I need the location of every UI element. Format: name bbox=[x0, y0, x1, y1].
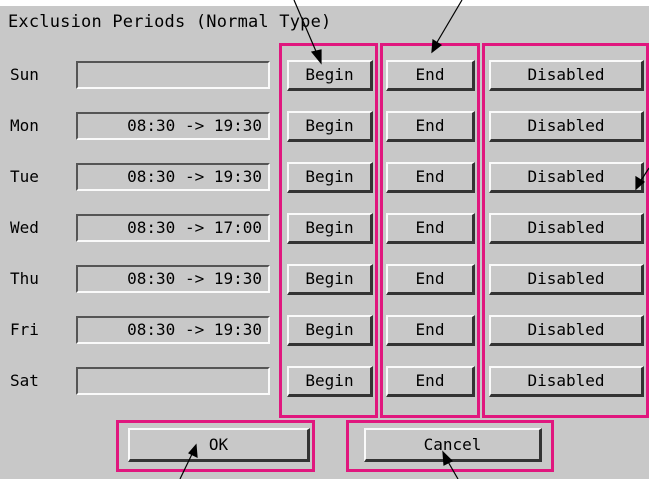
end-button[interactable]: End bbox=[386, 162, 475, 193]
disabled-button[interactable]: Disabled bbox=[489, 213, 644, 244]
period-row-thu: Thu 08:30 -> 19:30 Begin End Disabled bbox=[0, 260, 649, 300]
period-field: 08:30 -> 19:30 bbox=[76, 112, 270, 140]
end-button[interactable]: End bbox=[386, 366, 475, 397]
day-label: Sat bbox=[10, 371, 39, 390]
period-row-tue: Tue 08:30 -> 19:30 Begin End Disabled bbox=[0, 158, 649, 198]
end-button[interactable]: End bbox=[386, 264, 475, 295]
period-row-mon: Mon 08:30 -> 19:30 Begin End Disabled bbox=[0, 107, 649, 147]
disabled-button[interactable]: Disabled bbox=[489, 162, 644, 193]
period-field: 08:30 -> 19:30 bbox=[76, 316, 270, 344]
begin-button[interactable]: Begin bbox=[287, 162, 373, 193]
end-button[interactable]: End bbox=[386, 60, 475, 91]
disabled-button[interactable]: Disabled bbox=[489, 111, 644, 142]
day-label: Thu bbox=[10, 269, 39, 288]
period-field bbox=[76, 61, 270, 89]
day-label: Mon bbox=[10, 116, 39, 135]
ok-button[interactable]: OK bbox=[128, 428, 310, 462]
end-button[interactable]: End bbox=[386, 315, 475, 346]
period-field: 08:30 -> 19:30 bbox=[76, 163, 270, 191]
begin-button[interactable]: Begin bbox=[287, 264, 373, 295]
day-label: Tue bbox=[10, 167, 39, 186]
disabled-button[interactable]: Disabled bbox=[489, 60, 644, 91]
begin-button[interactable]: Begin bbox=[287, 60, 373, 91]
begin-button[interactable]: Begin bbox=[287, 366, 373, 397]
period-row-fri: Fri 08:30 -> 19:30 Begin End Disabled bbox=[0, 311, 649, 351]
end-button[interactable]: End bbox=[386, 213, 475, 244]
day-label: Sun bbox=[10, 65, 39, 84]
period-field: 08:30 -> 19:30 bbox=[76, 265, 270, 293]
disabled-button[interactable]: Disabled bbox=[489, 264, 644, 295]
day-label: Fri bbox=[10, 320, 39, 339]
dialog-title: Exclusion Periods (Normal Type) bbox=[8, 12, 332, 32]
disabled-button[interactable]: Disabled bbox=[489, 315, 644, 346]
cancel-button[interactable]: Cancel bbox=[364, 428, 542, 462]
disabled-button[interactable]: Disabled bbox=[489, 366, 644, 397]
period-row-sat: Sat Begin End Disabled bbox=[0, 362, 649, 402]
day-label: Wed bbox=[10, 218, 39, 237]
period-row-sun: Sun Begin End Disabled bbox=[0, 56, 649, 96]
begin-button[interactable]: Begin bbox=[287, 315, 373, 346]
period-field: 08:30 -> 17:00 bbox=[76, 214, 270, 242]
period-row-wed: Wed 08:30 -> 17:00 Begin End Disabled bbox=[0, 209, 649, 249]
end-button[interactable]: End bbox=[386, 111, 475, 142]
begin-button[interactable]: Begin bbox=[287, 213, 373, 244]
period-field bbox=[76, 367, 270, 395]
begin-button[interactable]: Begin bbox=[287, 111, 373, 142]
